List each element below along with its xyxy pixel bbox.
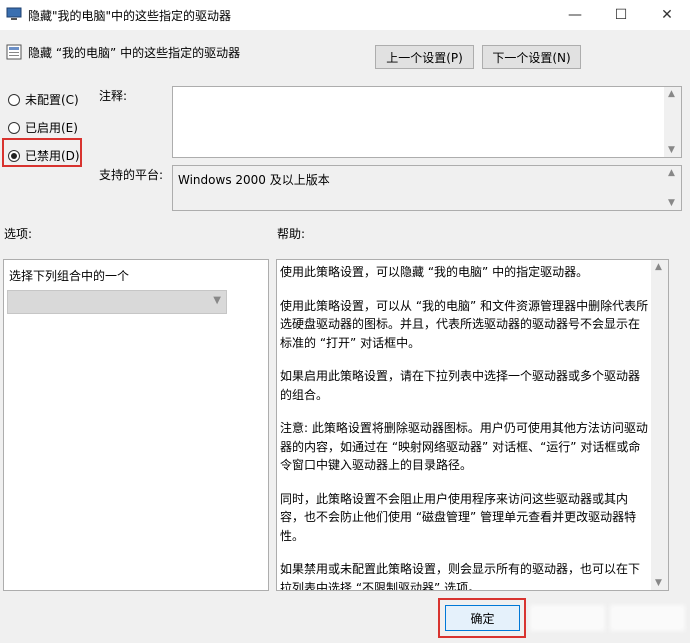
radio-label: 未配置(C) [25, 93, 79, 107]
help-panel: 使用此策略设置，可以隐藏 “我的电脑” 中的指定驱动器。 使用此策略设置，可以从… [276, 259, 669, 591]
scroll-down-icon[interactable]: ▼ [655, 578, 662, 588]
platform-value: Windows 2000 及以上版本 [178, 173, 330, 187]
radio-circle[interactable] [8, 121, 20, 134]
scroll-up-icon[interactable]: ▲ [668, 89, 675, 99]
blurred-cancel-button[interactable] [530, 605, 605, 631]
platform-scrollbar[interactable]: ▲ ▼ [664, 166, 681, 210]
chevron-down-icon: ▼ [213, 295, 221, 306]
policy-setting-icon [6, 44, 22, 60]
options-panel: 选择下列组合中的一个 ▼ [3, 259, 269, 591]
comment-scrollbar[interactable]: ▲ ▼ [664, 87, 681, 157]
minimize-button[interactable]: — [552, 0, 598, 30]
radio-not-configured[interactable]: 未配置(C) [8, 91, 79, 108]
window-title: 隐藏"我的电脑"中的这些指定的驱动器 [28, 9, 232, 23]
help-text: 使用此策略设置，可以隐藏 “我的电脑” 中的指定驱动器。 使用此策略设置，可以从… [280, 263, 650, 591]
drive-combination-select[interactable]: ▼ [7, 290, 227, 314]
help-scrollbar[interactable]: ▲ ▼ [651, 260, 668, 590]
help-paragraph: 使用此策略设置，可以隐藏 “我的电脑” 中的指定驱动器。 [280, 265, 589, 279]
policy-app-icon [6, 7, 22, 20]
ok-button[interactable]: 确定 [445, 605, 520, 631]
help-paragraph: 如果禁用或未配置此策略设置，则会显示所有的驱动器，也可以在下拉列表中选择 “不限… [280, 562, 641, 591]
help-paragraph: 同时，此策略设置不会阻止用户使用程序来访问这些驱动器或其内容，也不会防止他们使用… [280, 491, 637, 543]
scroll-up-icon[interactable]: ▲ [668, 168, 675, 178]
radio-enabled[interactable]: 已启用(E) [8, 119, 78, 136]
blurred-apply-button[interactable] [610, 605, 685, 631]
platform-label: 支持的平台: [99, 168, 164, 182]
platform-field: Windows 2000 及以上版本 ▲ ▼ [172, 165, 682, 211]
help-paragraph: 如果启用此策略设置，请在下拉列表中选择一个驱动器或多个驱动器的组合。 [280, 369, 641, 402]
comment-textarea[interactable]: ▲ ▼ [172, 86, 682, 158]
scroll-down-icon[interactable]: ▼ [668, 198, 675, 208]
combo-label: 选择下列组合中的一个 [9, 269, 130, 283]
scroll-down-icon[interactable]: ▼ [668, 145, 675, 155]
scroll-up-icon[interactable]: ▲ [655, 262, 662, 272]
help-paragraph: 使用此策略设置，可以从 “我的电脑” 和文件资源管理器中删除代表所选硬盘驱动器的… [280, 298, 649, 350]
radio-label: 已启用(E) [25, 121, 78, 135]
previous-setting-button[interactable]: 上一个设置(P) [375, 45, 474, 69]
close-button[interactable]: ✕ [644, 0, 690, 30]
comment-label: 注释: [99, 89, 128, 103]
title-bar: 隐藏"我的电脑"中的这些指定的驱动器 — ☐ ✕ [0, 0, 690, 30]
next-setting-button[interactable]: 下一个设置(N) [482, 45, 581, 69]
help-paragraph: 注意: 此策略设置将删除驱动器图标。用户仍可使用其他方法访问驱动器的内容，如通过… [280, 421, 648, 472]
radio-circle[interactable] [8, 93, 20, 106]
highlight-box [2, 138, 82, 167]
policy-name: 隐藏 “我的电脑” 中的这些指定的驱动器 [28, 46, 241, 60]
help-label: 帮助: [277, 227, 306, 241]
maximize-button[interactable]: ☐ [598, 0, 644, 30]
options-label: 选项: [4, 227, 33, 241]
